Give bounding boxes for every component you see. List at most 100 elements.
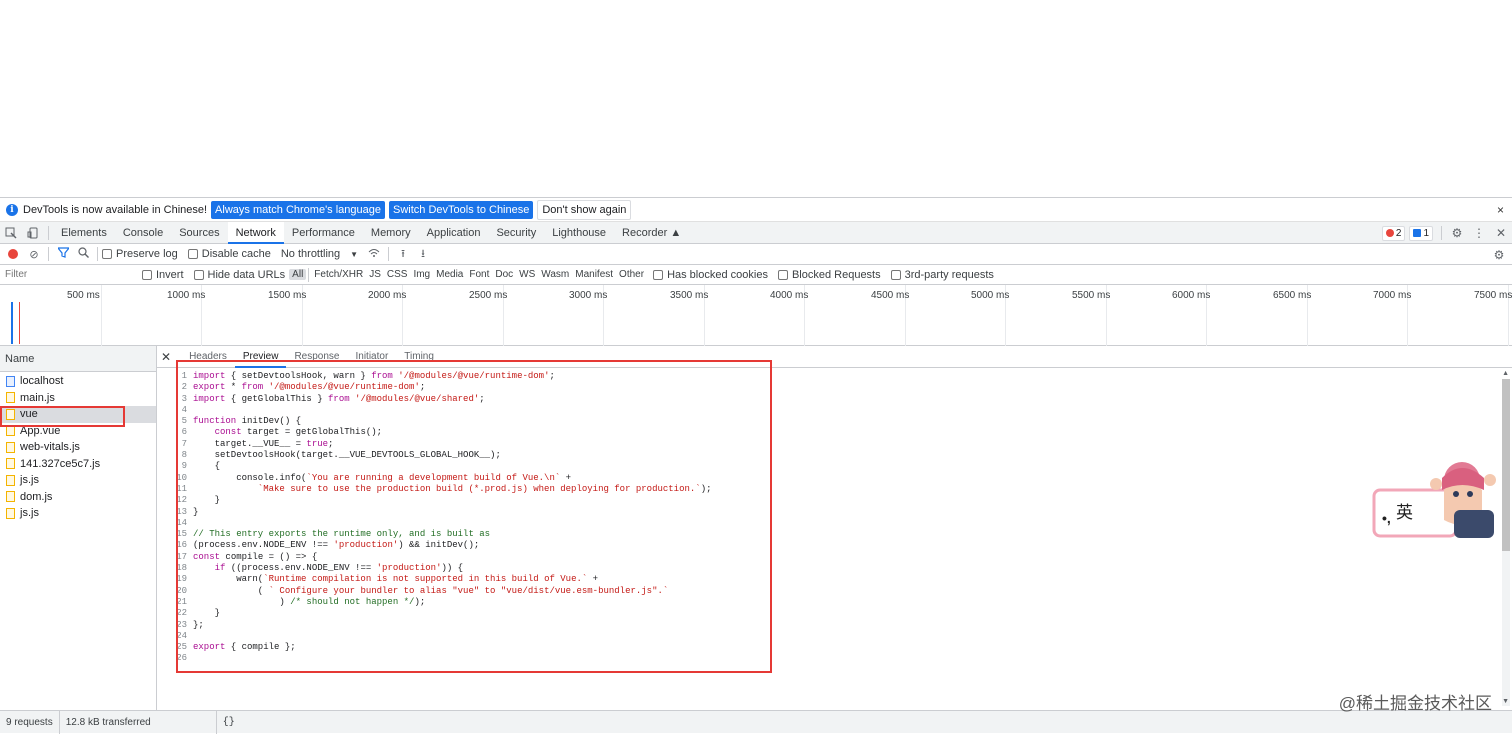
filter-type-ws[interactable]: WS <box>516 269 538 280</box>
timeline-tick-label: 7000 ms <box>1373 290 1412 301</box>
inspect-element-icon[interactable] <box>0 222 22 244</box>
filter-type-manifest[interactable]: Manifest <box>572 269 616 280</box>
ime-mark: •, <box>1382 510 1391 526</box>
tab-lighthouse[interactable]: Lighthouse <box>544 222 614 244</box>
tabs-right-controls: 2 1 ⚙ ⋮ ✕ <box>1381 222 1512 244</box>
record-icon[interactable] <box>8 249 18 259</box>
script-icon <box>6 491 15 503</box>
invert-checkbox[interactable]: Invert <box>142 269 184 281</box>
preserve-log-checkbox[interactable]: Preserve log <box>102 248 178 260</box>
request-name: js.js <box>20 507 39 520</box>
vertical-scrollbar[interactable] <box>1502 379 1510 706</box>
filter-type-all[interactable]: All <box>289 269 307 280</box>
request-row[interactable]: js.js <box>0 505 156 522</box>
export-har-icon[interactable]: ⭳ <box>413 245 433 264</box>
request-row[interactable]: localhost <box>0 373 156 390</box>
tab-sources[interactable]: Sources <box>171 222 227 244</box>
request-row[interactable]: 141.327ce5c7.js <box>0 456 156 473</box>
error-icon <box>1385 229 1394 237</box>
clear-icon[interactable]: ⊘ <box>24 248 44 261</box>
tab-network[interactable]: Network <box>227 221 284 244</box>
disable-cache-checkbox[interactable]: Disable cache <box>187 248 271 260</box>
error-count: 2 <box>1395 227 1402 239</box>
watermark: @稀土掘金技术社区 <box>1338 694 1492 713</box>
match-language-button[interactable]: Always match Chrome's language <box>211 200 386 219</box>
switch-chinese-button[interactable]: Switch DevTools to Chinese <box>389 200 534 219</box>
third-party-checkbox[interactable]: 3rd-party requests <box>890 269 994 281</box>
scroll-thumb[interactable] <box>1502 379 1510 551</box>
chevron-down-icon: ▼ <box>350 249 359 259</box>
script-icon <box>6 507 15 519</box>
message-count: 1 <box>1423 227 1429 239</box>
devtools-panel: i DevTools is now available in Chinese! … <box>0 197 1512 734</box>
filter-type-wasm[interactable]: Wasm <box>538 269 572 280</box>
request-name: localhost <box>20 375 64 388</box>
message-counter[interactable]: 1 <box>1409 225 1433 241</box>
tab-elements[interactable]: Elements <box>53 222 115 244</box>
close-detail-icon[interactable]: ✕ <box>161 350 171 364</box>
filter-bar: Invert Hide data URLs All Fetch/XHR JS C… <box>0 265 1512 285</box>
filter-type-font[interactable]: Font <box>466 269 492 280</box>
error-counter[interactable]: 2 <box>1381 225 1406 241</box>
network-conditions-icon[interactable] <box>364 248 384 261</box>
request-row[interactable]: web-vitals.js <box>0 439 156 456</box>
highlight-box-preview <box>176 360 772 673</box>
filter-type-css[interactable]: CSS <box>384 269 411 280</box>
filter-type-fetch-xhr[interactable]: Fetch/XHR <box>311 269 366 280</box>
tab-recorder-label: Recorder <box>622 226 668 239</box>
device-toolbar-icon[interactable] <box>22 222 44 244</box>
dont-show-again-button[interactable]: Don't show again <box>537 199 632 220</box>
highlight-box-request <box>0 406 125 427</box>
tab-security[interactable]: Security <box>488 222 544 244</box>
disable-cache-label: Disable cache <box>201 248 271 260</box>
filter-type-img[interactable]: Img <box>410 269 433 280</box>
tab-memory[interactable]: Memory <box>363 222 419 244</box>
filter-type-js[interactable]: JS <box>366 269 384 280</box>
request-count: 9 requests <box>0 710 60 734</box>
info-icon: i <box>6 203 18 216</box>
close-devtools-icon[interactable]: ✕ <box>1490 222 1512 244</box>
timeline-overview[interactable]: 500 ms 1000 ms 1500 ms 2000 ms 2500 ms 3000 m… <box>0 285 1512 346</box>
separator <box>97 247 98 261</box>
infobar-message: DevTools is now available in Chinese! <box>23 203 208 216</box>
hide-data-urls-label: Hide data URLs <box>207 268 286 281</box>
filter-type-media[interactable]: Media <box>433 269 466 280</box>
scroll-down-icon[interactable]: ▼ <box>1502 698 1509 705</box>
gear-icon[interactable]: ⚙ <box>1446 222 1468 244</box>
checkbox-box <box>653 269 664 280</box>
request-rows: localhost main.js vue App.vue web-vitals… <box>0 372 156 522</box>
close-icon[interactable]: × <box>1497 203 1504 217</box>
name-column-header[interactable]: Name <box>0 346 156 372</box>
filter-type-other[interactable]: Other <box>616 269 647 280</box>
request-row[interactable]: dom.js <box>0 489 156 506</box>
flask-icon: ▲ <box>670 226 682 239</box>
has-blocked-cookies-checkbox[interactable]: Has blocked cookies <box>653 269 768 281</box>
filter-icon[interactable] <box>53 247 73 261</box>
checkbox-box <box>890 269 901 280</box>
filter-type-doc[interactable]: Doc <box>492 269 516 280</box>
pretty-print-button[interactable]: {} <box>223 717 235 728</box>
request-list: Name localhost main.js vue App.vue web-v… <box>0 346 157 710</box>
blocked-requests-checkbox[interactable]: Blocked Requests <box>777 269 881 281</box>
status-bar: 9 requests 12.8 kB transferred {} <box>0 710 1512 734</box>
tab-performance[interactable]: Performance <box>284 222 363 244</box>
checkbox-box <box>187 249 198 259</box>
timeline-tick-label: 6500 ms <box>1273 290 1312 301</box>
language-infobar: i DevTools is now available in Chinese! … <box>0 198 1512 222</box>
more-options-icon[interactable]: ⋮ <box>1468 222 1490 244</box>
request-row[interactable]: js.js <box>0 472 156 489</box>
ime-language-char: 英 <box>1396 503 1413 523</box>
devtools-tabs: Elements Console Sources Network Perform… <box>0 221 1512 244</box>
tab-application[interactable]: Application <box>419 222 489 244</box>
network-settings-icon[interactable]: ⚙ <box>1488 244 1510 265</box>
request-row[interactable]: main.js <box>0 390 156 407</box>
hide-data-urls-checkbox[interactable]: Hide data URLs <box>193 268 286 281</box>
throttling-select[interactable]: No throttling ▼ <box>281 248 358 260</box>
filter-input[interactable] <box>2 266 134 283</box>
checkbox-box <box>142 269 152 280</box>
tab-recorder[interactable]: Recorder ▲ <box>614 222 689 244</box>
tab-console[interactable]: Console <box>115 222 171 244</box>
import-har-icon[interactable]: ⭱ <box>393 245 413 264</box>
scroll-up-icon[interactable]: ▲ <box>1502 370 1509 377</box>
search-icon[interactable] <box>73 247 93 261</box>
